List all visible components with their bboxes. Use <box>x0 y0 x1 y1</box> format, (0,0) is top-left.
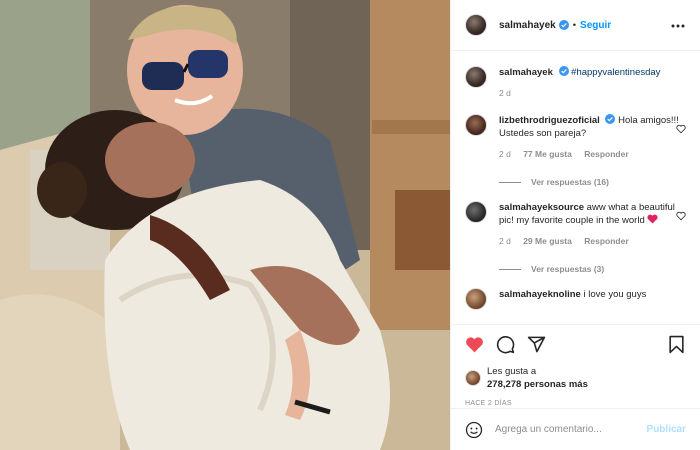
comment-time: 2 d <box>499 149 511 159</box>
reply-button[interactable]: Responder <box>584 236 628 246</box>
bookmark-icon[interactable] <box>667 335 686 354</box>
commenter-avatar[interactable] <box>465 201 487 223</box>
liker-avatar[interactable] <box>465 370 481 386</box>
comment-username[interactable]: salmahayeksource <box>499 202 584 213</box>
post-timestamp[interactable]: HACE 2 DÍAS <box>465 400 686 407</box>
replies-divider <box>499 268 521 270</box>
caption-time: 2 d <box>499 88 511 98</box>
more-options-icon[interactable] <box>670 18 686 34</box>
caption-author-avatar[interactable] <box>465 66 487 88</box>
comment-username[interactable]: salmahayeknoline <box>499 289 581 300</box>
publish-button[interactable]: Publicar <box>647 424 686 435</box>
commenter-avatar[interactable] <box>465 114 487 136</box>
verified-badge-icon <box>605 114 616 124</box>
comment-text: i love you guys <box>583 289 647 300</box>
commenter-avatar[interactable] <box>465 288 487 310</box>
comment-time: 2 d <box>499 236 511 246</box>
likes-count[interactable]: 278,278 personas más <box>487 379 588 390</box>
comment-item: salmahayeksource aww what a beautiful pi… <box>465 187 686 248</box>
comment-like-heart-icon[interactable] <box>676 124 686 134</box>
comment-item: lizbethrodriguezoficial Hola amigos!!! U… <box>465 100 686 161</box>
view-replies-button[interactable]: Ver respuestas (16) <box>499 177 686 187</box>
view-replies-label: Ver respuestas (3) <box>531 264 605 274</box>
likes-prefix: Les gusta a <box>487 366 537 377</box>
post-photo[interactable] <box>0 0 450 450</box>
post-header: salmahayek • Seguir <box>451 0 700 51</box>
verified-badge-icon <box>558 66 569 76</box>
comment-likes[interactable]: 77 Me gusta <box>523 149 572 159</box>
caption-username[interactable]: salmahayek <box>499 67 553 78</box>
heart-filled-icon[interactable] <box>465 335 484 354</box>
caption-hashtag[interactable]: #happyvalentinesday <box>571 67 660 78</box>
header-separator-dot: • <box>572 19 577 31</box>
comment-username[interactable]: lizbethrodriguezoficial <box>499 115 600 126</box>
post-actions: Les gusta a 278,278 personas más HACE 2 … <box>451 324 700 407</box>
view-replies-button[interactable]: Ver respuestas (3) <box>499 264 686 274</box>
author-avatar[interactable] <box>465 14 487 36</box>
likes-summary: Les gusta a 278,278 personas más <box>465 365 686 391</box>
add-comment-bar: Publicar <box>451 408 700 450</box>
post-sidebar: salmahayek • Seguir salmahayek #happyval… <box>450 0 700 450</box>
instagram-post: salmahayek • Seguir salmahayek #happyval… <box>0 0 700 450</box>
view-replies-label: Ver respuestas (16) <box>531 177 609 187</box>
comment-like-heart-icon[interactable] <box>676 211 686 221</box>
post-caption: salmahayek #happyvalentinesday 2 d <box>465 52 686 100</box>
red-heart-emoji-icon <box>647 214 658 224</box>
comment-bubble-icon[interactable] <box>496 335 515 354</box>
verified-badge-icon <box>558 20 569 30</box>
reply-button[interactable]: Responder <box>584 149 628 159</box>
paper-plane-icon[interactable] <box>527 335 546 354</box>
replies-divider <box>499 181 521 183</box>
couple-photo-illustration <box>0 0 450 450</box>
smiley-icon[interactable] <box>465 421 483 439</box>
comment-likes[interactable]: 29 Me gusta <box>523 236 572 246</box>
comments-list[interactable]: salmahayek #happyvalentinesday 2 d lizbe… <box>451 52 700 324</box>
comment-item: salmahayeknoline i love you guys <box>465 274 686 310</box>
comment-input[interactable] <box>495 424 647 435</box>
author-username[interactable]: salmahayek <box>499 20 556 31</box>
follow-button[interactable]: Seguir <box>580 20 611 31</box>
